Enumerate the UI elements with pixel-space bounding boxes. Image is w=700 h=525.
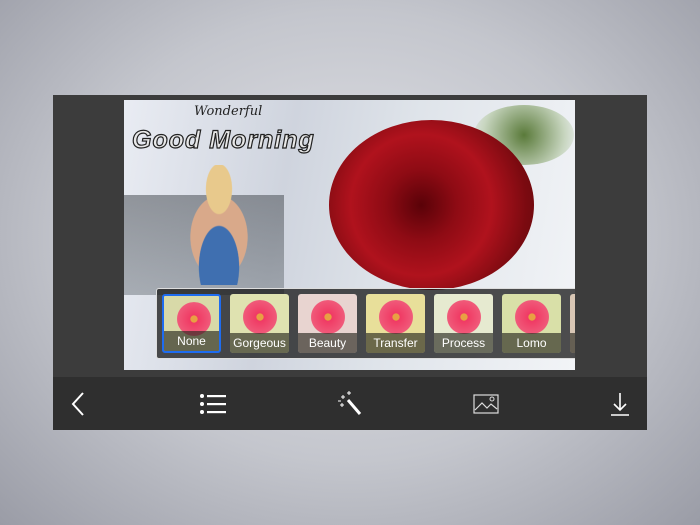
bottom-toolbar bbox=[53, 377, 647, 430]
filter-strip[interactable]: None Gorgeous Beauty Transfer Process Lomo Old… bbox=[156, 288, 575, 359]
filter-label: Beauty bbox=[298, 333, 357, 353]
filter-old-time[interactable]: Old Time bbox=[570, 294, 575, 353]
flower-thumbnail bbox=[306, 300, 350, 334]
filter-label: Old Time bbox=[570, 333, 575, 353]
title-small: Wonderful bbox=[194, 104, 263, 119]
gallery-button[interactable] bbox=[471, 389, 501, 419]
back-chevron-icon bbox=[71, 392, 84, 416]
flower-thumbnail bbox=[510, 300, 554, 334]
filter-label: Lomo bbox=[502, 333, 561, 353]
image-icon bbox=[473, 394, 499, 414]
app-window: Wonderful Good Morning None Gorgeous Beaut… bbox=[53, 95, 647, 430]
filter-none[interactable]: None bbox=[162, 294, 221, 353]
flower-thumbnail bbox=[442, 300, 486, 334]
filter-beauty[interactable]: Beauty bbox=[298, 294, 357, 353]
list-button[interactable] bbox=[198, 389, 228, 419]
filter-label: Process bbox=[434, 333, 493, 353]
filter-label: Transfer bbox=[366, 333, 425, 353]
magic-wand-icon bbox=[338, 391, 362, 415]
title-large: Good Morning bbox=[131, 125, 315, 154]
person-image bbox=[169, 165, 269, 285]
filter-lomo[interactable]: Lomo bbox=[502, 294, 561, 353]
rose-image bbox=[329, 120, 534, 290]
back-button[interactable] bbox=[64, 389, 94, 419]
filter-gorgeous[interactable]: Gorgeous bbox=[230, 294, 289, 353]
flower-thumbnail bbox=[238, 300, 282, 334]
filter-process[interactable]: Process bbox=[434, 294, 493, 353]
filter-label: None bbox=[164, 331, 219, 351]
download-icon bbox=[611, 393, 629, 416]
filter-label: Gorgeous bbox=[230, 333, 289, 353]
download-button[interactable] bbox=[605, 389, 635, 419]
flower-thumbnail bbox=[374, 300, 418, 334]
list-icon bbox=[200, 394, 226, 414]
photo-canvas: Wonderful Good Morning None Gorgeous Beaut… bbox=[124, 100, 575, 370]
effects-button[interactable] bbox=[335, 389, 365, 419]
filter-transfer[interactable]: Transfer bbox=[366, 294, 425, 353]
